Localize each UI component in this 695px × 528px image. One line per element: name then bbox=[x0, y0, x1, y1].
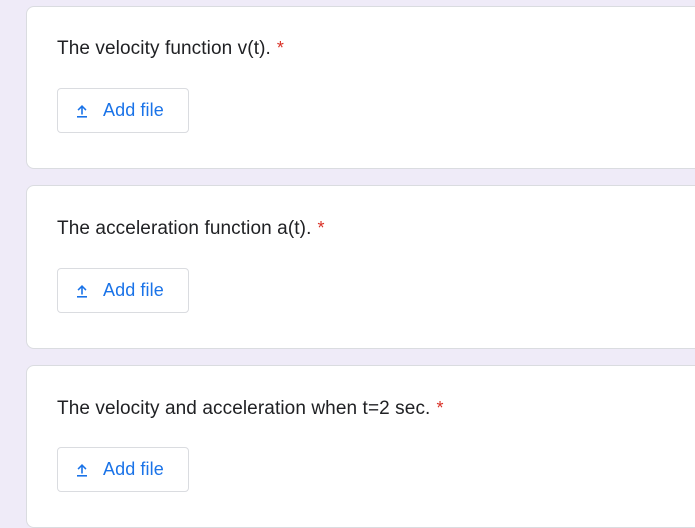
question-title: The velocity and acceleration when t=2 s… bbox=[57, 398, 444, 420]
required-asterisk: * bbox=[276, 38, 284, 58]
question-card-acceleration: The acceleration function a(t). * Add fil… bbox=[26, 185, 695, 349]
question-card-velocity: The velocity function v(t). * Add file bbox=[26, 6, 695, 169]
question-text: The velocity and acceleration when t=2 s… bbox=[57, 398, 431, 419]
add-file-label: Add file bbox=[103, 459, 164, 479]
upload-icon bbox=[73, 102, 91, 120]
add-file-label: Add file bbox=[103, 280, 164, 300]
question-card-velocity-acceleration-t2: The velocity and acceleration when t=2 s… bbox=[26, 365, 695, 528]
add-file-button[interactable]: Add file bbox=[57, 88, 189, 133]
add-file-label: Add file bbox=[103, 100, 164, 120]
add-file-button[interactable]: Add file bbox=[57, 447, 189, 492]
question-text: The velocity function v(t). bbox=[57, 38, 271, 59]
upload-icon bbox=[73, 461, 91, 479]
required-asterisk: * bbox=[436, 398, 444, 418]
question-text: The acceleration function a(t). bbox=[57, 218, 312, 239]
upload-icon bbox=[73, 282, 91, 300]
question-title: The acceleration function a(t). * bbox=[57, 218, 325, 240]
add-file-button[interactable]: Add file bbox=[57, 268, 189, 313]
question-title: The velocity function v(t). * bbox=[57, 38, 284, 60]
required-asterisk: * bbox=[317, 218, 325, 238]
